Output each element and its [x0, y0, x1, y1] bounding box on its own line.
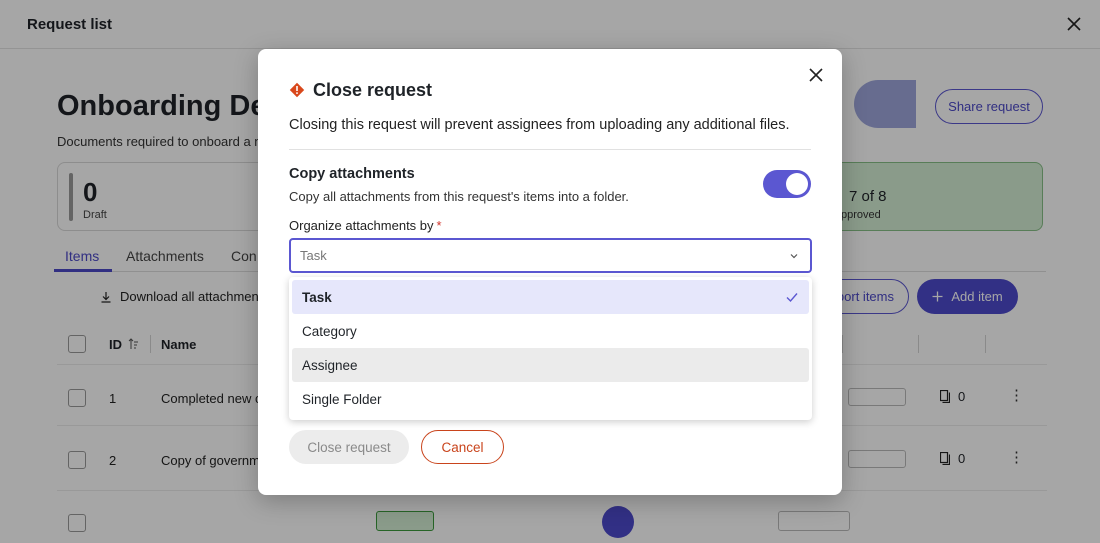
copy-attachments-description: Copy all attachments from this request's…: [289, 189, 629, 204]
cancel-button[interactable]: Cancel: [421, 430, 504, 464]
divider: [289, 149, 811, 150]
option-label: Category: [302, 323, 357, 339]
close-icon[interactable]: [806, 65, 826, 85]
checkmark-icon: [786, 293, 798, 303]
dialog-title: Close request: [313, 80, 433, 100]
chevron-down-icon: [790, 254, 798, 259]
copy-attachments-title: Copy attachments: [289, 166, 415, 182]
organize-by-label-text: Organize attachments by: [289, 218, 434, 233]
option-label: Task: [302, 289, 332, 305]
option-label: Assignee: [302, 357, 358, 373]
toggle-knob: [786, 173, 808, 195]
option-task[interactable]: Task: [292, 280, 809, 314]
close-request-dialog: Close request Closing this request will …: [258, 49, 842, 495]
dialog-description: Closing this request will prevent assign…: [289, 117, 790, 133]
option-label: Single Folder: [302, 391, 382, 407]
select-value: Task: [300, 248, 327, 263]
option-assignee[interactable]: Assignee: [292, 348, 809, 382]
copy-attachments-toggle[interactable]: [763, 170, 811, 198]
organize-by-select[interactable]: Task: [289, 238, 812, 273]
organize-by-label: Organize attachments by *: [289, 218, 442, 233]
option-single-folder[interactable]: Single Folder: [292, 382, 809, 416]
required-marker: *: [436, 218, 442, 233]
option-category[interactable]: Category: [292, 314, 809, 348]
warning-icon: [289, 82, 305, 98]
organize-by-dropdown: Task Category Assignee Single Folder: [289, 277, 812, 420]
close-request-button[interactable]: Close request: [289, 430, 409, 464]
